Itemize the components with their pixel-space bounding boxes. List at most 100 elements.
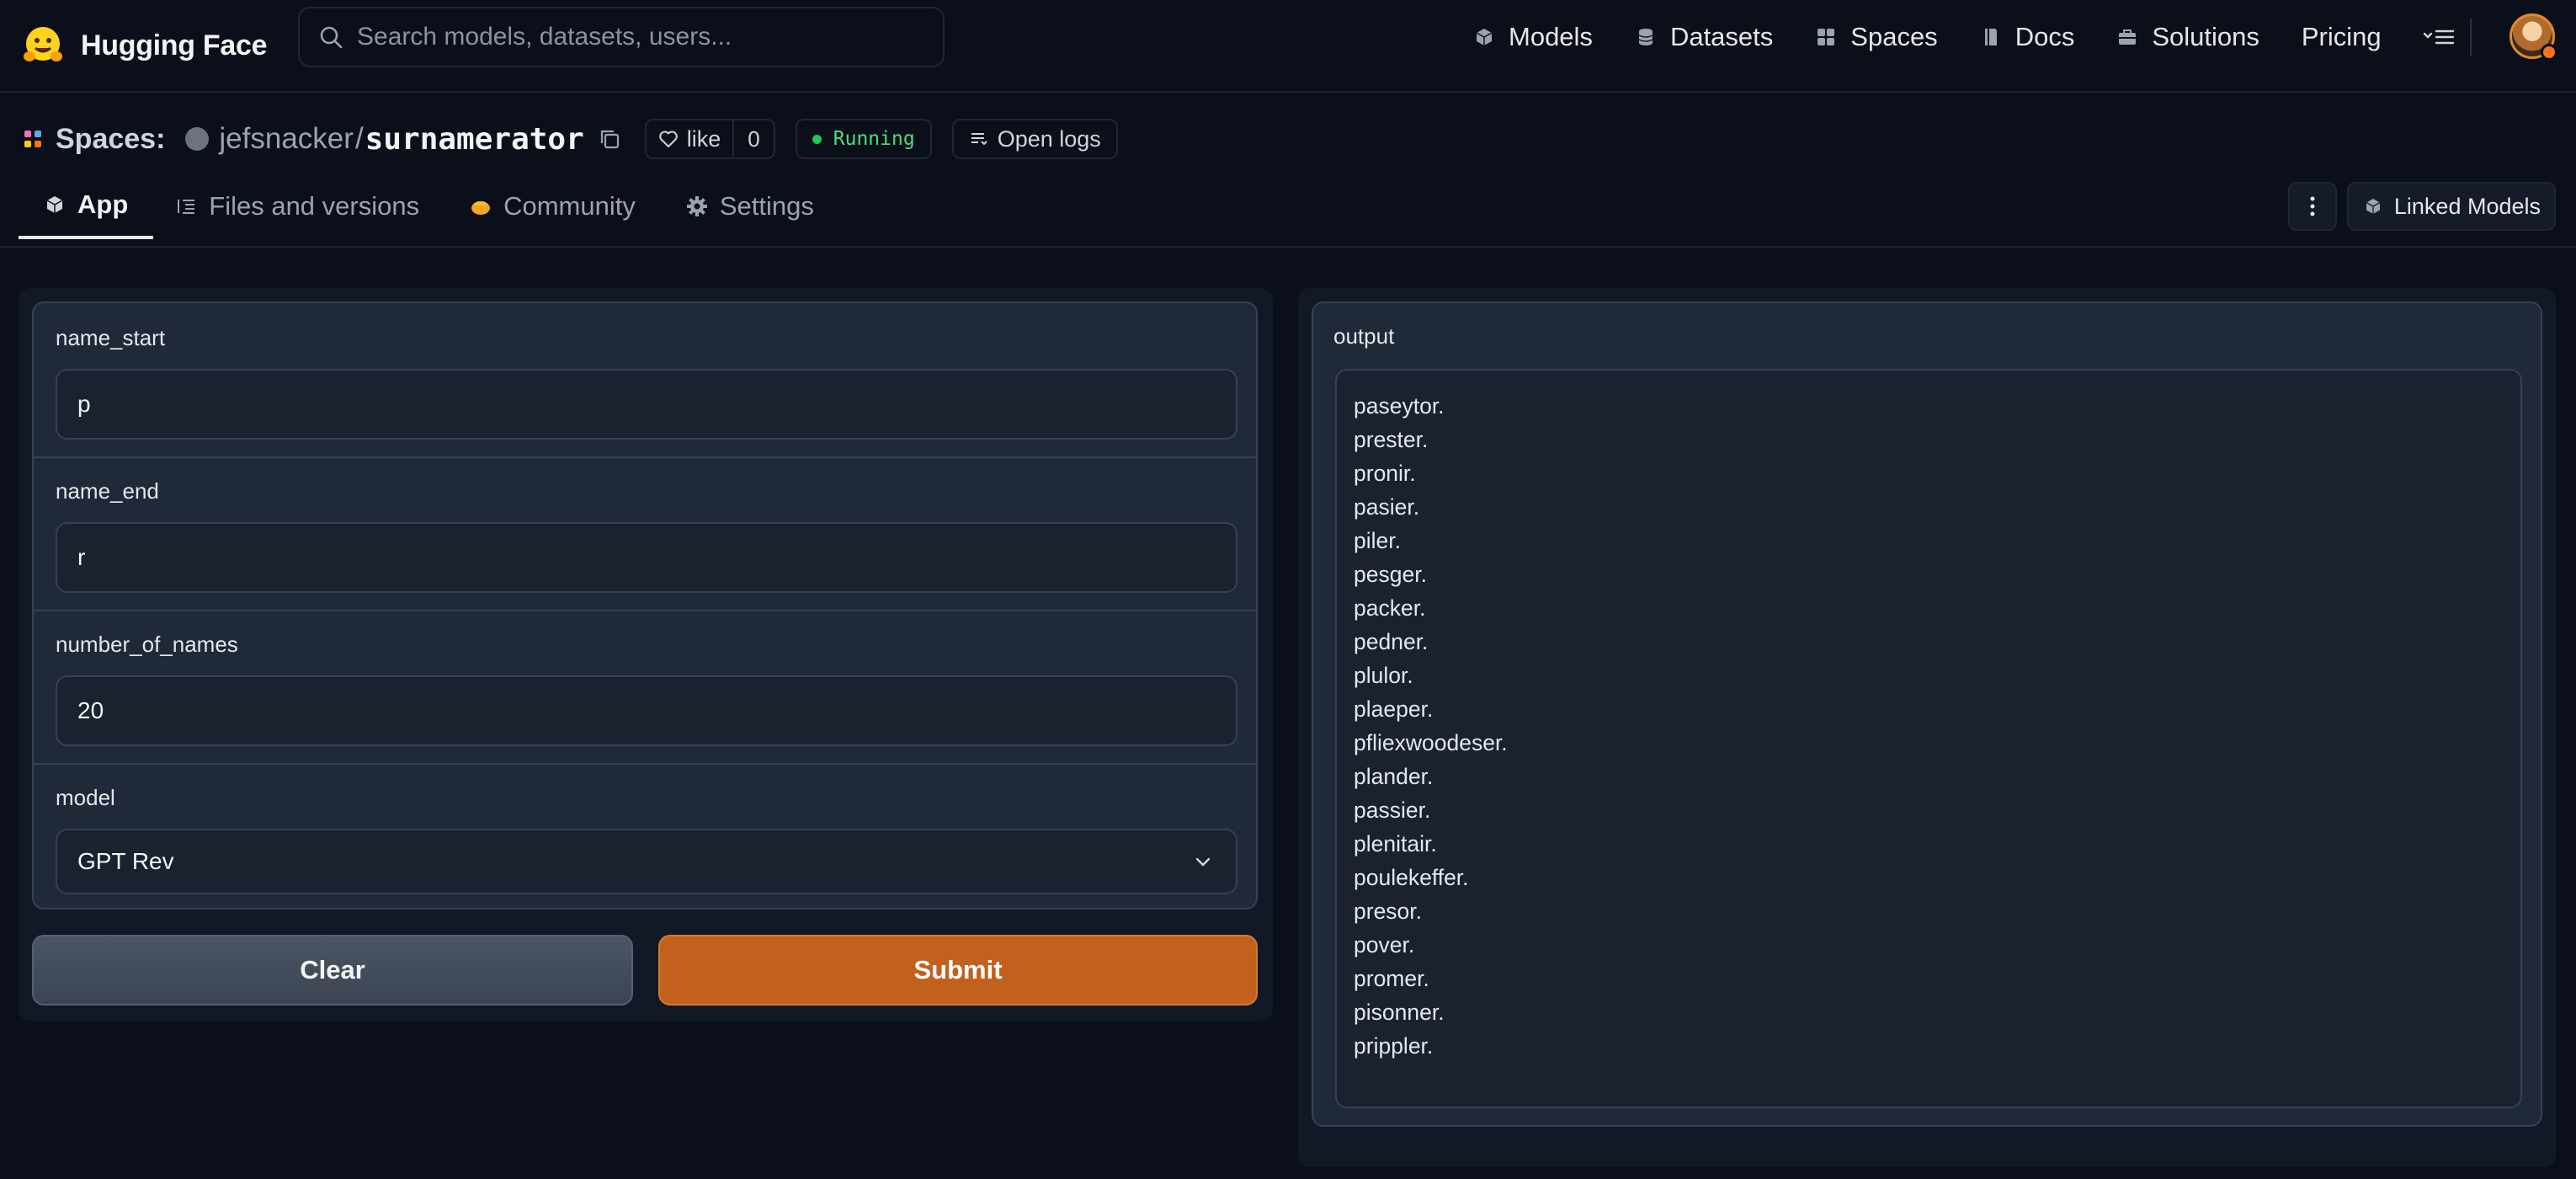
cube-icon: [1476, 29, 1493, 45]
tab-settings[interactable]: Settings: [661, 173, 839, 239]
space-name[interactable]: surnamerator: [365, 122, 584, 157]
more-menu-icon[interactable]: [2422, 24, 2456, 50]
status-badge[interactable]: Running: [795, 119, 932, 159]
model-select[interactable]: GPT Rev: [56, 829, 1237, 894]
name-end-input[interactable]: r: [56, 522, 1237, 593]
number-of-names-field: number_of_names 20: [34, 610, 1256, 763]
nav-pricing-label: Pricing: [2301, 22, 2382, 51]
logs-icon: [971, 133, 987, 146]
book-icon: [1984, 29, 1997, 45]
tab-files-label: Files and versions: [209, 191, 420, 221]
database-icon: [1638, 29, 1653, 45]
breadcrumb-separator: /: [354, 122, 364, 155]
name-start-field: name_start p: [34, 303, 1256, 456]
model-field: model GPT Rev: [34, 763, 1256, 908]
cube-icon: [2366, 199, 2381, 214]
tab-files[interactable]: Files and versions: [153, 173, 444, 239]
output-line: pesger.: [1354, 562, 1427, 587]
nav-divider: [2470, 19, 2472, 56]
open-logs-button[interactable]: Open logs: [951, 119, 1118, 159]
input-panel: name_start p name_end r number_of_names …: [19, 288, 1273, 1021]
name-end-field: name_end r: [34, 456, 1256, 610]
copy-icon[interactable]: [598, 127, 621, 151]
output-line: pisonner.: [1354, 1000, 1445, 1025]
search-icon: [320, 26, 343, 49]
main-nav: Models Datasets Spaces Docs Solutions Pr…: [1473, 12, 2456, 62]
notification-dot: [2541, 44, 2557, 61]
output-line: plulor.: [1354, 663, 1413, 688]
output-line: paseytor.: [1354, 393, 1445, 419]
space-actions: Linked Models: [2287, 182, 2556, 231]
output-line: pasier.: [1354, 494, 1420, 520]
like-widget: like 0: [644, 119, 775, 159]
cube-icon: [46, 196, 63, 213]
status-dot: [812, 134, 822, 144]
top-navigation: Hugging Face Models Datasets: [0, 0, 2576, 93]
like-button[interactable]: like: [647, 120, 733, 157]
nav-docs[interactable]: Docs: [1980, 22, 2075, 52]
gear-icon: [686, 196, 707, 216]
output-textbox[interactable]: paseytor. prester. pronir. pasier. piler…: [1335, 369, 2522, 1108]
search-input[interactable]: [357, 23, 943, 51]
more-options-button[interactable]: [2287, 182, 2337, 231]
number-of-names-input[interactable]: 20: [56, 675, 1237, 746]
output-line: passier.: [1354, 798, 1431, 823]
tab-settings-label: Settings: [719, 191, 814, 221]
nav-models-label: Models: [1509, 22, 1593, 51]
spaces-grid-icon: [1818, 29, 1835, 45]
nav-docs-label: Docs: [2014, 22, 2075, 51]
name-start-input[interactable]: p: [56, 369, 1237, 440]
chevron-down-icon: [1195, 857, 1211, 867]
files-tree-icon: [178, 200, 195, 214]
heart-icon: [659, 131, 678, 147]
nav-solutions[interactable]: Solutions: [2116, 22, 2259, 52]
open-logs-label: Open logs: [997, 125, 1101, 152]
nav-datasets[interactable]: Datasets: [1635, 22, 1773, 52]
nav-spaces-label: Spaces: [1850, 22, 1938, 51]
output-panel: output paseytor. prester. pronir. pasier…: [1298, 288, 2556, 1167]
tab-app-label: App: [77, 189, 129, 219]
tabs-divider: [0, 246, 2576, 248]
submit-button[interactable]: Submit: [658, 935, 1258, 1006]
model-selected-value: GPT Rev: [77, 848, 174, 874]
output-line: pover.: [1354, 932, 1415, 958]
tab-community-label: Community: [503, 191, 636, 221]
nav-spaces[interactable]: Spaces: [1815, 22, 1938, 52]
output-line: piler.: [1354, 528, 1401, 553]
model-label: model: [56, 785, 115, 810]
output-line: poulekeffer.: [1354, 865, 1469, 890]
output-line: plander.: [1354, 764, 1434, 789]
name-start-label: name_start: [56, 325, 166, 350]
spaces-breadcrumb[interactable]: Spaces:: [56, 123, 165, 156]
brand-name: Hugging Face: [81, 29, 268, 61]
like-count[interactable]: 0: [732, 120, 773, 157]
output-block: output paseytor. prester. pronir. pasier…: [1312, 301, 2542, 1127]
number-of-names-label: number_of_names: [56, 632, 238, 657]
owner-avatar: [185, 127, 210, 151]
space-owner[interactable]: jefsnacker: [219, 122, 354, 156]
linked-models-label: Linked Models: [2393, 193, 2541, 219]
tab-app[interactable]: App: [19, 173, 154, 239]
linked-models-button[interactable]: Linked Models: [2346, 182, 2556, 231]
input-form: name_start p name_end r number_of_names …: [32, 301, 1258, 910]
output-line: promer.: [1354, 966, 1429, 991]
output-line: pfliexwoodeser.: [1354, 730, 1508, 755]
status-text: Running: [833, 128, 915, 150]
brand-link[interactable]: Hugging Face: [20, 19, 267, 72]
output-line: presor.: [1354, 899, 1423, 924]
tab-community[interactable]: Community: [444, 173, 661, 239]
output-line: plenitair.: [1354, 831, 1437, 856]
name-end-label: name_end: [56, 478, 159, 504]
clear-button[interactable]: Clear: [32, 935, 633, 1006]
nav-pricing[interactable]: Pricing: [2302, 22, 2382, 52]
space-tabs: App Files and versions Community Setting…: [19, 173, 839, 248]
output-label: output: [1333, 323, 1395, 349]
output-line: pedner.: [1354, 629, 1429, 654]
output-line: prester.: [1354, 427, 1429, 452]
community-hands-icon: [471, 201, 491, 215]
hugging-face-logo-icon: [24, 27, 62, 61]
nav-models[interactable]: Models: [1473, 22, 1593, 52]
nav-datasets-label: Datasets: [1669, 22, 1774, 51]
output-line: pronir.: [1354, 461, 1416, 486]
search-bar[interactable]: [298, 7, 945, 67]
